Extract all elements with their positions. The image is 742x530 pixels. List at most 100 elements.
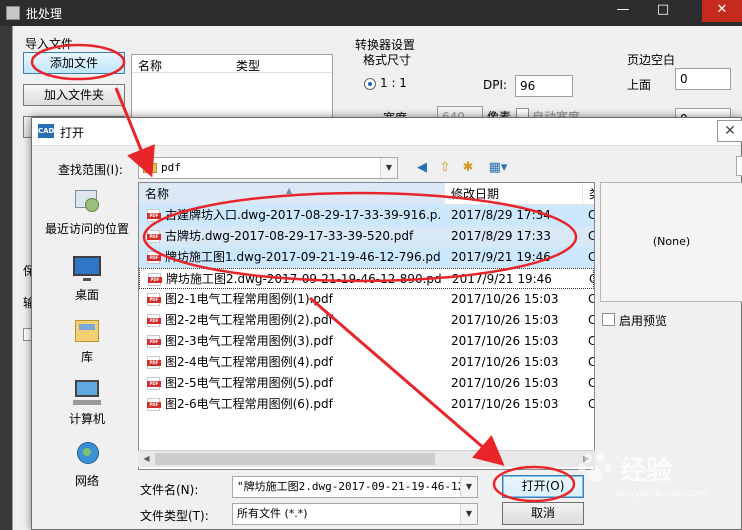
file-type: C (588, 331, 594, 352)
file-row[interactable]: 图2-5电气工程常用图例(5).pdf 2017/10/26 15:03 C (139, 373, 594, 394)
filetype-value: 所有文件 (*.*) (237, 507, 308, 520)
file-row[interactable]: 牌坊施工图1.dwg-2017-09-21-19-46-12-796.pdf 20… (139, 247, 594, 268)
import-col-type[interactable]: 类型 (236, 57, 260, 74)
file-type: C (588, 310, 594, 331)
filetype-combo[interactable]: 所有文件 (*.*) ▼ (232, 503, 478, 525)
place-recent[interactable]: 最近访问的位置 (38, 188, 136, 237)
minimize-icon[interactable]: — (610, 0, 636, 22)
file-name: 牌坊施工图1.dwg-2017-09-21-19-46-12-796.pdf (165, 250, 440, 264)
file-type: C (588, 289, 594, 310)
add-folder-button[interactable]: 加入文件夹 (23, 84, 125, 106)
cancel-button[interactable]: 取消 (502, 502, 584, 525)
file-row[interactable]: 图2-6电气工程常用图例(6).pdf 2017/10/26 15:03 C (139, 394, 594, 415)
column-name[interactable]: ▲ 名称 (139, 183, 445, 205)
file-date: 2017/10/26 15:03 (451, 313, 559, 327)
place-label: 最近访问的位置 (44, 222, 129, 236)
close-icon[interactable]: ✕ (702, 0, 742, 22)
scroll-left-icon[interactable]: ◀ (138, 451, 155, 467)
chevron-down-icon[interactable]: ▼ (460, 477, 477, 497)
filename-combo[interactable]: "牌坊施工图2.dwg-2017-09-21-19-46-12- ▼ (232, 476, 478, 498)
add-file-button[interactable]: 添加文件 (23, 52, 125, 74)
baidu-paw-icon (578, 453, 612, 482)
place-label: 桌面 (74, 288, 99, 302)
file-type: C (588, 352, 594, 373)
cad-icon: CAD (38, 124, 54, 138)
file-name: 图2-1电气工程常用图例(1).pdf (165, 292, 333, 306)
import-col-name[interactable]: 名称 (138, 57, 162, 74)
file-row[interactable]: 图2-2电气工程常用图例(2).pdf 2017/10/26 15:03 C (139, 310, 594, 331)
file-row[interactable]: 图2-4电气工程常用图例(4).pdf 2017/10/26 15:03 C (139, 352, 594, 373)
maximize-icon[interactable]: □ (650, 0, 676, 22)
file-name: 图2-5电气工程常用图例(5).pdf (165, 376, 333, 390)
horizontal-scrollbar[interactable]: ◀ ▶ (138, 450, 595, 467)
folder-icon (143, 163, 157, 173)
dialog-title: 打开 (60, 126, 85, 140)
place-computer[interactable]: 计算机 (38, 378, 136, 427)
filename-input[interactable]: "牌坊施工图2.dwg-2017-09-21-19-46-12- (237, 480, 471, 493)
file-name: 图2-3电气工程常用图例(3).pdf (165, 334, 333, 348)
file-date: 2017/10/26 15:03 (451, 292, 559, 306)
import-list-header: 名称 类型 (132, 55, 332, 73)
enable-preview-label: 启用预览 (619, 314, 668, 328)
file-date: 2017/10/26 15:03 (451, 334, 559, 348)
filename-label: 文件名(N): (140, 483, 199, 497)
view-menu-icon[interactable]: ▦▾ (484, 159, 512, 177)
look-in-label: 查找范围(I): (58, 163, 123, 177)
file-row[interactable]: 图2-3电气工程常用图例(3).pdf 2017/10/26 15:03 C (139, 331, 594, 352)
dpi-label: DPI: (483, 78, 508, 92)
file-name: 图2-6电气工程常用图例(6).pdf (165, 397, 333, 411)
places-bar: 最近访问的位置 桌面 库 计算机 网络 (38, 182, 136, 492)
place-network[interactable]: 网络 (38, 440, 136, 489)
file-date: 2017/10/26 15:03 (451, 355, 559, 369)
file-type: C (589, 269, 594, 290)
dialog-close-icon[interactable]: ✕ (717, 120, 742, 142)
file-list[interactable]: ▲名称 修改日期 类 古建牌坊入口.dwg-2017-08-29-17-33-3… (138, 182, 595, 470)
pdf-file-icon (147, 230, 161, 243)
file-type: C (588, 373, 594, 394)
enable-preview-checkbox[interactable] (602, 313, 615, 326)
top-margin-input[interactable]: 0 (675, 68, 731, 90)
file-date: 2017/10/26 15:03 (451, 376, 559, 390)
batch-window-title: 批处理 (26, 7, 63, 21)
margin-group-label: 页边空白 (627, 53, 676, 67)
file-date: 2017/9/21 19:46 (451, 250, 551, 264)
pdf-file-icon (147, 398, 161, 411)
scroll-thumb[interactable] (155, 453, 435, 465)
up-folder-icon[interactable]: ⇧ (435, 159, 455, 177)
app-icon (6, 6, 20, 20)
place-desktop[interactable]: 桌面 (38, 254, 136, 303)
new-folder-icon[interactable]: ✱ (458, 159, 478, 177)
file-type: C (588, 247, 594, 268)
batch-window-titlebar: 批处理 — □ ✕ (0, 0, 742, 26)
file-name: 图2-2电气工程常用图例(2).pdf (165, 313, 333, 327)
file-row[interactable]: 古建牌坊入口.dwg-2017-08-29-17-33-39-916.p... 2… (139, 205, 594, 226)
file-row[interactable]: 图2-1电气工程常用图例(1).pdf 2017/10/26 15:03 C (139, 289, 594, 310)
place-label: 库 (80, 350, 93, 364)
pdf-file-icon (147, 209, 161, 222)
column-date[interactable]: 修改日期 (445, 183, 583, 205)
file-row[interactable]: 牌坊施工图2.dwg-2017-09-21-19-46-12-890.pdf 20… (139, 268, 594, 289)
ratio-radio[interactable] (364, 78, 376, 90)
place-library[interactable]: 库 (38, 316, 136, 365)
chevron-down-icon[interactable]: ▼ (460, 504, 477, 524)
import-group-label: 导入文件 (25, 37, 74, 51)
back-icon[interactable]: ◀ (412, 159, 432, 177)
computer-icon (71, 378, 103, 406)
place-label: 计算机 (68, 412, 105, 426)
recent-places-icon (71, 188, 103, 216)
watermark-text: 经验 (620, 456, 673, 486)
file-row[interactable]: 古牌坊.dwg-2017-08-29-17-33-39-520.pdf 2017/… (139, 226, 594, 247)
column-type[interactable]: 类 (583, 183, 594, 205)
open-button[interactable]: 打开(O) (502, 475, 584, 498)
look-in-combo[interactable]: pdf ▼ (138, 157, 398, 179)
partial-button[interactable] (736, 156, 742, 176)
pdf-file-icon (147, 377, 161, 390)
network-icon (71, 440, 103, 468)
file-date: 2017/9/21 19:46 (452, 272, 552, 286)
chevron-down-icon[interactable]: ▼ (380, 158, 397, 178)
file-type: C (588, 226, 594, 247)
dpi-input[interactable]: 96 (515, 75, 573, 97)
pdf-file-icon (147, 356, 161, 369)
file-list-header: ▲名称 修改日期 类 (139, 183, 594, 205)
file-date: 2017/8/29 17:34 (451, 208, 551, 222)
